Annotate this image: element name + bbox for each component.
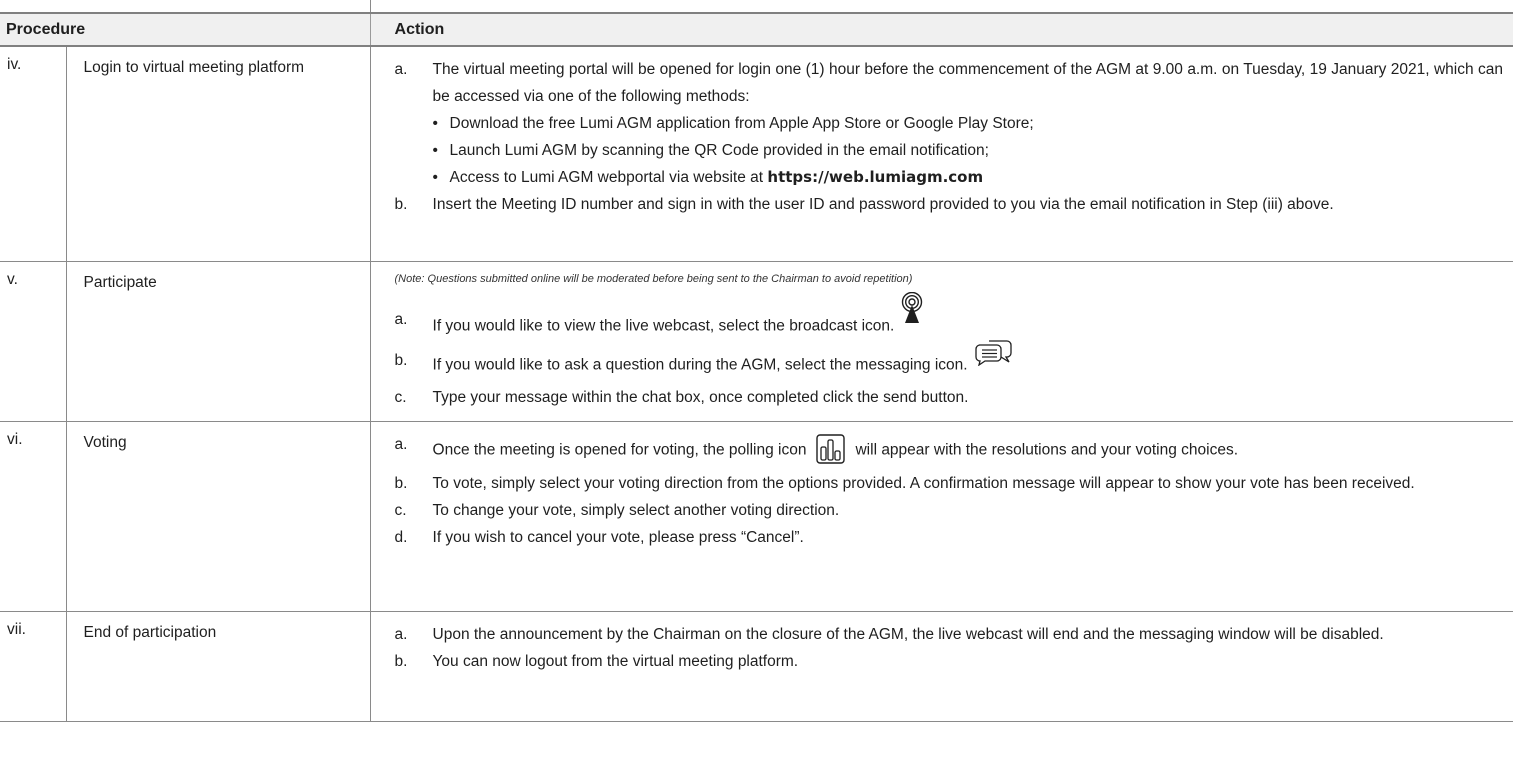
step-number: vi. xyxy=(0,421,66,612)
action-header: Action xyxy=(369,12,1513,47)
step-actions: a. Upon the announcement by the Chairman… xyxy=(369,611,1513,722)
action-item: b. You can now logout from the virtual m… xyxy=(394,652,799,670)
action-item: a. The virtual meeting portal will be op… xyxy=(394,61,1504,105)
webportal-link[interactable]: https://web.lumiagm.com xyxy=(767,168,983,186)
table-row: v. Participate (Note: Questions submitte… xyxy=(0,261,1513,422)
broadcast-icon xyxy=(901,291,923,333)
list-item: • Download the free Lumi AGM application … xyxy=(432,115,1034,132)
list-item: • Access to Lumi AGM webportal via websit… xyxy=(432,168,984,186)
table-row: vi. Voting a. Once the meeting is opened… xyxy=(0,421,1513,612)
step-name: End of participation xyxy=(65,611,371,722)
step-actions: a. Once the meeting is opened for voting… xyxy=(369,421,1513,612)
step-name: Voting xyxy=(65,421,371,612)
action-item: d. If you wish to cancel your vote, plea… xyxy=(394,528,804,546)
list-item: • Launch Lumi AGM by scanning the QR Code… xyxy=(432,142,989,159)
step-number: v. xyxy=(0,261,66,422)
step-actions: a. The virtual meeting portal will be op… xyxy=(369,46,1513,262)
procedure-header: Procedure xyxy=(0,12,371,47)
action-item: a. Upon the announcement by the Chairman… xyxy=(394,625,1384,643)
method-list: • Download the free Lumi AGM application … xyxy=(395,110,1504,191)
procedure-table: Procedure Action iv. Login to virtual me… xyxy=(0,12,1513,722)
messaging-icon xyxy=(975,338,1013,375)
step-number: vii. xyxy=(0,611,66,722)
step-name: Participate xyxy=(65,261,371,422)
action-item: a. If you would like to view the live we… xyxy=(395,291,1504,347)
column-divider xyxy=(370,0,371,12)
action-item: b. Insert the Meeting ID number and sign… xyxy=(394,196,1334,213)
step-actions: (Note: Questions submitted online will b… xyxy=(369,261,1513,422)
step-name: Login to virtual meeting platform xyxy=(65,46,371,262)
polling-icon xyxy=(816,433,846,473)
previous-page-fragment xyxy=(0,0,1513,12)
action-item: b. To vote, simply select your voting di… xyxy=(394,474,1415,492)
table-header-row: Procedure Action xyxy=(0,12,1513,47)
action-item: c. To change your vote, simply select an… xyxy=(394,501,840,519)
step-number: iv. xyxy=(0,46,66,262)
note-text: (Note: Questions submitted online will b… xyxy=(394,272,913,285)
table-row: iv. Login to virtual meeting platform a.… xyxy=(0,46,1513,262)
action-item: b. If you would like to ask a question d… xyxy=(395,339,1504,384)
action-item: a. Once the meeting is opened for voting… xyxy=(395,431,1504,470)
table-row: vii. End of participation a. Upon the an… xyxy=(0,611,1513,722)
action-item: c. Type your message within the chat box… xyxy=(394,388,969,406)
